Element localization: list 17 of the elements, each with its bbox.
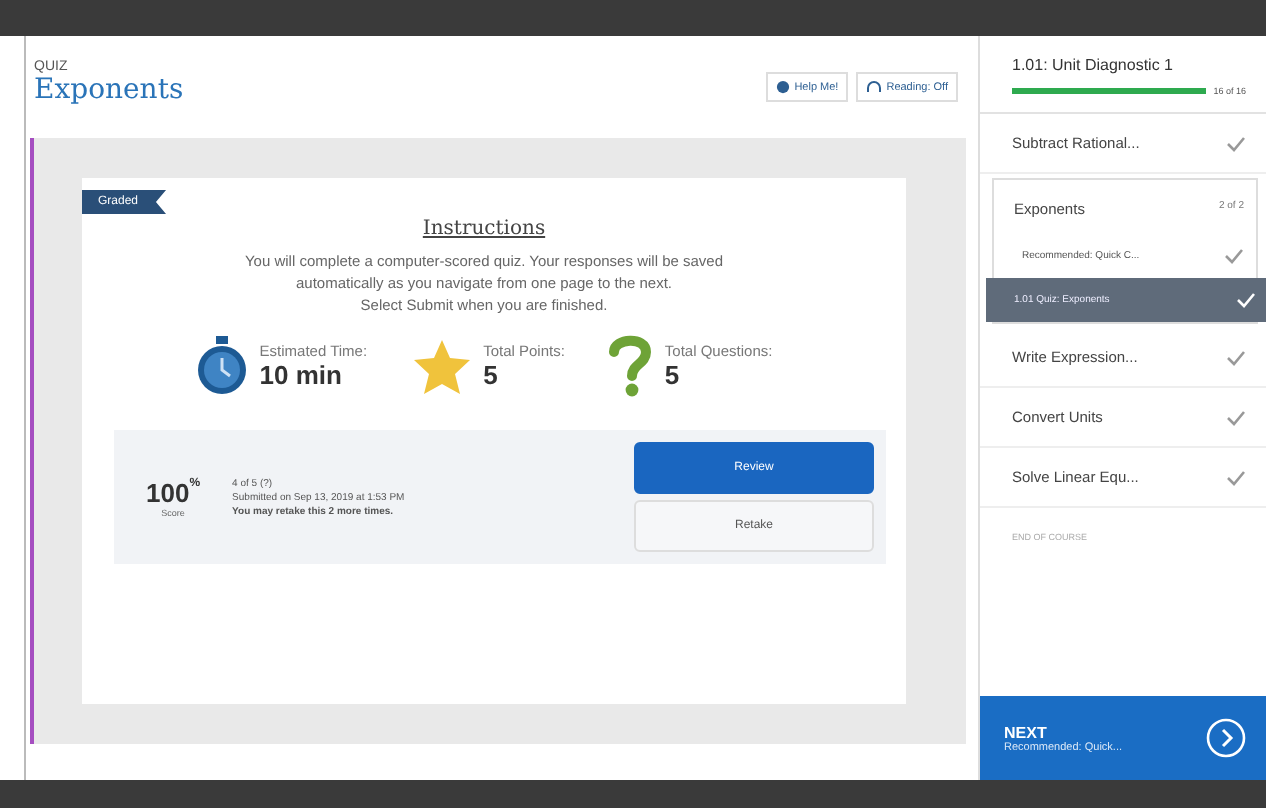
stat-value: 10 min [259,360,344,390]
star-icon [411,337,472,395]
unit-title: 1.01: Unit Diagnostic 1 [1012,56,1175,74]
stat-value: 5 [483,360,500,390]
stat-value: 5 [664,360,682,390]
check-icon [1226,135,1246,151]
check-icon [1224,248,1244,264]
page-title: Exponents [34,74,184,106]
check-icon [1226,349,1246,365]
question-icon [608,334,653,398]
headphones-icon [866,80,883,94]
arrow-circle-icon [1206,718,1246,758]
check-icon [1226,469,1246,485]
instructions-heading: Instructions [422,218,546,240]
stopwatch-icon [195,336,248,396]
check-icon [1236,292,1256,308]
check-icon [1226,409,1246,425]
